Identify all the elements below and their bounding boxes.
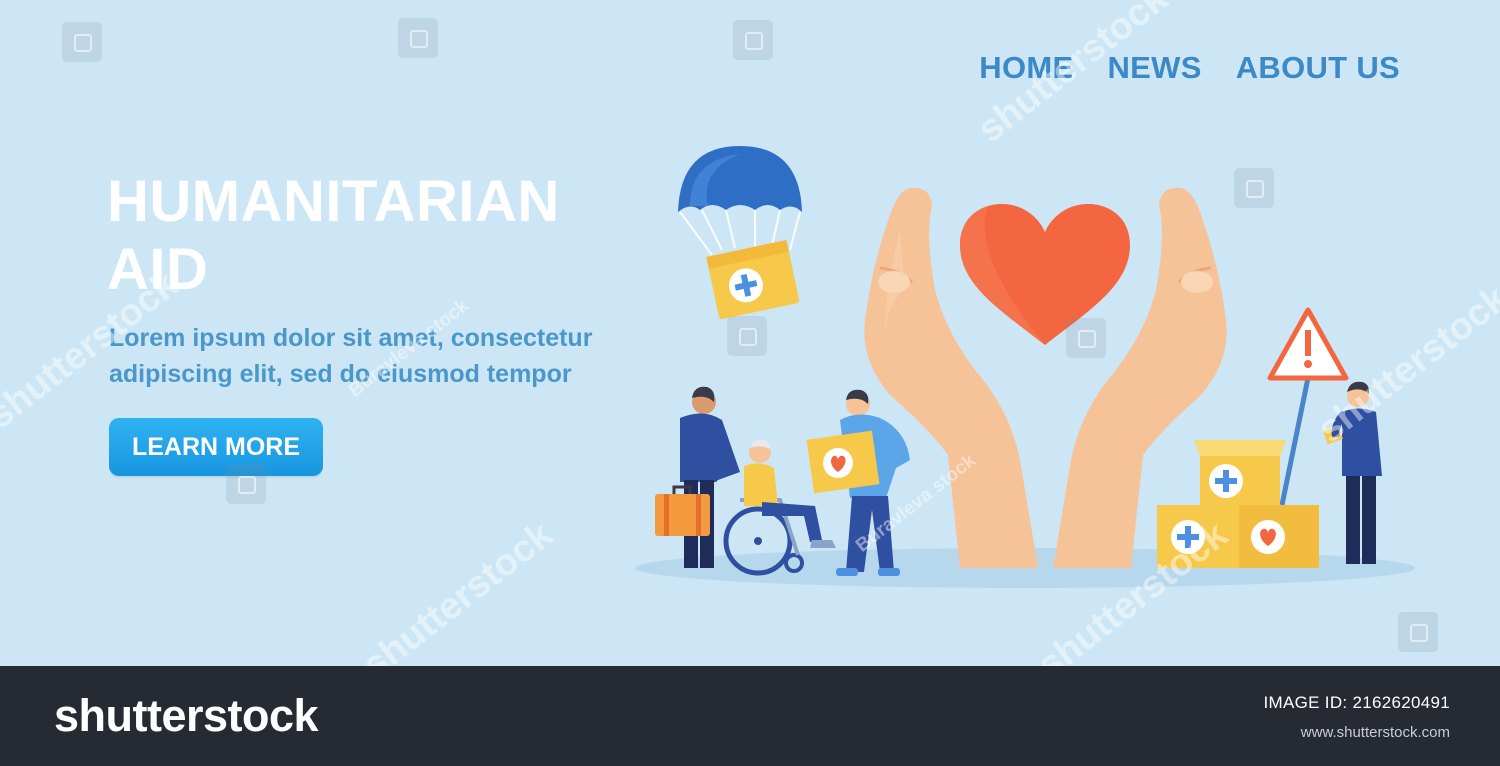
parachute-icon <box>678 146 802 256</box>
watermark-mark <box>733 20 773 60</box>
volunteer-with-box <box>806 389 910 576</box>
watermark-mark <box>1398 612 1438 652</box>
image-id-label: IMAGE ID: 2162620491 <box>1263 693 1450 712</box>
footer-bar: shutterstock IMAGE ID: 2162620491 www.sh… <box>0 666 1500 766</box>
hero-title: HUMANITARIAN AID <box>107 169 560 302</box>
nav-news-link[interactable]: NEWS <box>1108 50 1202 86</box>
hero-description: Lorem ipsum dolor sit amet, consectetur … <box>109 324 593 388</box>
watermark-mark <box>62 22 102 62</box>
aid-illustration <box>635 146 1415 588</box>
hero-section: HOME NEWS ABOUT US HUMANITARIAN AID Lore… <box>0 0 1500 666</box>
learn-more-button[interactable]: LEARN MORE <box>109 418 323 476</box>
main-nav: HOME NEWS ABOUT US <box>979 50 1400 86</box>
aid-box-stack <box>1157 440 1319 568</box>
aid-box-icon <box>706 239 800 320</box>
suitcase-icon <box>655 485 710 536</box>
nav-about-us-link[interactable]: ABOUT US <box>1236 50 1400 86</box>
watermark-text: shutterstock <box>355 513 561 666</box>
page: HOME NEWS ABOUT US HUMANITARIAN AID Lore… <box>0 0 1500 766</box>
warning-sign-icon <box>1267 307 1349 506</box>
site-url-label: www.shutterstock.com <box>1300 724 1450 741</box>
nav-home-link[interactable]: HOME <box>979 50 1073 86</box>
footer-logo: shutterstock <box>54 690 319 741</box>
watermark-mark <box>398 18 438 58</box>
volunteer-with-clipboard <box>1323 381 1382 564</box>
